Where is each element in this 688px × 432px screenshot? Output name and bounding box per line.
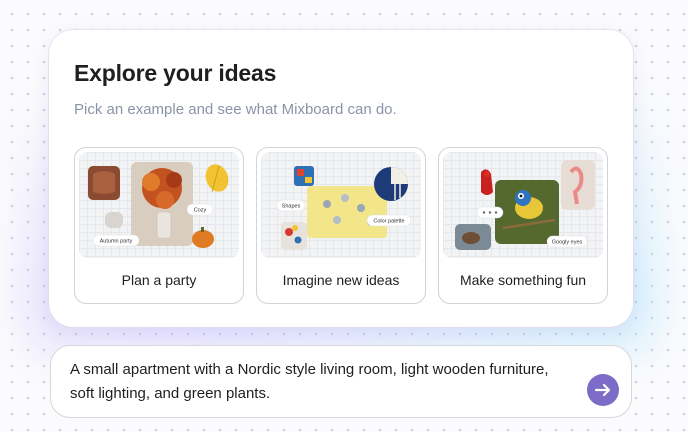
ideas-collage-image: Shapes Color palette: [276, 166, 412, 250]
leaf-photo: [205, 164, 229, 192]
example-card-imagine-ideas[interactable]: Shapes Color palette Imagine new ideas: [256, 147, 426, 304]
example-label-something-fun: Make something fun: [459, 272, 587, 288]
tag-googly-eyes: Googly eyes: [552, 240, 583, 246]
explore-card: Explore your ideas Pick an example and s…: [49, 30, 633, 327]
example-thumbnail-party: Cozy Autumn party: [79, 152, 239, 258]
example-card-plan-party[interactable]: Cozy Autumn party Plan a party: [74, 147, 244, 304]
example-label-imagine-ideas: Imagine new ideas: [282, 272, 400, 288]
pumpkin-photo: [192, 230, 214, 248]
page-subtitle: Pick an example and see what Mixboard ca…: [74, 101, 397, 118]
page-title: Explore your ideas: [74, 60, 277, 86]
spoons-photo: [307, 186, 387, 238]
example-thumbnail-fun: Googly eyes: [443, 152, 603, 258]
example-label-plan-party: Plan a party: [121, 272, 197, 288]
tag-shapes: Shapes: [282, 204, 301, 210]
party-collage-image: Cozy Autumn party: [88, 162, 229, 248]
cup-photo: [105, 212, 123, 228]
send-button[interactable]: [587, 374, 619, 406]
example-card-something-fun[interactable]: Googly eyes Make something fun: [438, 147, 608, 304]
tag-autumn-party: Autumn party: [100, 239, 133, 245]
tag-cozy: Cozy: [194, 208, 207, 214]
fun-collage-image: Googly eyes: [455, 160, 595, 250]
example-thumbnail-ideas: Shapes Color palette: [261, 152, 421, 258]
prompt-text[interactable]: A small apartment with a Nordic style li…: [70, 358, 570, 406]
tag-color-palette: Color palette: [373, 219, 404, 225]
arrow-right-icon: [594, 383, 611, 397]
prompt-input[interactable]: A small apartment with a Nordic style li…: [50, 345, 632, 418]
